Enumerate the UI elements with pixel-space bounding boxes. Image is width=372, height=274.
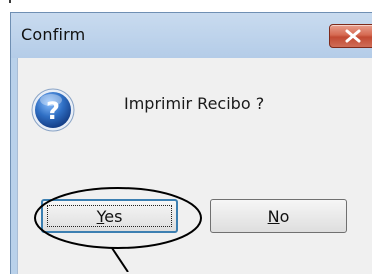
no-button[interactable]: No (210, 199, 347, 233)
focus-rectangle (47, 205, 172, 227)
close-button[interactable] (329, 24, 372, 48)
no-button-label: No (268, 207, 290, 226)
title-bar[interactable]: Confirm (11, 13, 372, 58)
yes-button[interactable]: Yes (41, 199, 178, 233)
close-icon (345, 29, 361, 43)
confirm-dialog: Confirm (10, 12, 372, 274)
svg-text:?: ? (46, 97, 60, 125)
dialog-title: Confirm (21, 25, 86, 44)
no-label-rest: o (279, 206, 290, 226)
no-mnemonic: N (267, 206, 280, 226)
corner-mark (9, 0, 11, 3)
dialog-message: Imprimir Recibo ? (124, 94, 265, 113)
question-icon: ? (31, 88, 75, 132)
